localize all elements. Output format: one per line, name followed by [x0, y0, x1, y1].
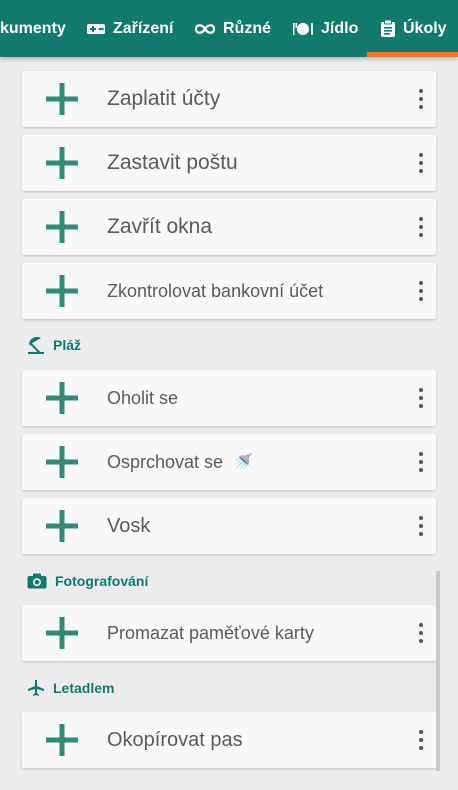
tab-documents[interactable]: kumenty: [0, 0, 66, 57]
section-header-beach: Pláž: [27, 333, 81, 357]
more-vert-icon[interactable]: [412, 275, 430, 307]
task-card[interactable]: Zkontrolovat bankovní účet: [22, 263, 436, 319]
task-label: Zkontrolovat bankovní účet: [107, 280, 324, 301]
scrollbar[interactable]: [436, 571, 440, 771]
task-card[interactable]: Zastavit poštu: [22, 135, 436, 191]
task-label: Zavřít okna: [107, 215, 213, 238]
airplane-icon: [28, 680, 44, 696]
add-icon[interactable]: [45, 82, 79, 116]
more-vert-icon[interactable]: [412, 382, 430, 414]
infinity-icon: [194, 23, 216, 34]
tab-label: Jídlo: [321, 19, 359, 37]
task-label: Vosk: [107, 514, 151, 537]
section-title: Pláž: [53, 337, 82, 353]
tab-food[interactable]: Jídlo: [292, 0, 358, 57]
plate-cutlery-icon: [293, 22, 313, 35]
task-label: Okopírovat pas: [107, 728, 243, 751]
more-vert-icon[interactable]: [412, 211, 430, 243]
more-vert-icon[interactable]: [412, 147, 430, 179]
shower-emoji: 🚿: [233, 454, 253, 471]
task-card[interactable]: Promazat paměťové karty: [22, 605, 436, 661]
task-label: Zastavit poštu: [107, 151, 238, 174]
add-icon[interactable]: [45, 274, 79, 308]
add-icon[interactable]: [45, 381, 79, 415]
more-vert-icon[interactable]: [412, 617, 430, 649]
more-vert-icon[interactable]: [412, 446, 430, 478]
task-card[interactable]: Oholit se: [22, 370, 436, 426]
gamepad-icon: [87, 23, 105, 34]
tab-tasks[interactable]: Úkoly: [380, 0, 447, 57]
clipboard-icon: [381, 19, 395, 37]
active-tab-indicator: [367, 52, 458, 57]
add-icon[interactable]: [45, 723, 79, 757]
task-label: Promazat paměťové karty: [107, 622, 314, 643]
task-label-text: Osprchovat se: [107, 451, 224, 472]
task-label: Zaplatit účty: [107, 87, 221, 110]
task-list: Zaplatit účty Zastavit poštu Zavřít okna…: [0, 57, 458, 790]
tab-devices[interactable]: Zařízení: [86, 0, 173, 57]
task-label: Oholit se: [107, 387, 179, 408]
add-icon[interactable]: [45, 616, 79, 650]
tab-label: Úkoly: [403, 19, 447, 37]
tab-label: kumenty: [0, 19, 66, 37]
task-card[interactable]: Vosk: [22, 498, 436, 554]
add-icon[interactable]: [45, 210, 79, 244]
tab-label: Různé: [223, 19, 271, 37]
section-title: Fotografování: [55, 573, 149, 589]
section-header-airplane: Letadlem: [27, 676, 114, 700]
task-label: Osprchovat se 🚿: [107, 434, 253, 490]
task-card[interactable]: Zaplatit účty: [22, 71, 436, 127]
camera-icon: [27, 573, 47, 589]
more-vert-icon[interactable]: [412, 510, 430, 542]
task-card[interactable]: Okopírovat pas: [22, 712, 436, 768]
tab-label: Zařízení: [113, 19, 174, 37]
add-icon[interactable]: [45, 509, 79, 543]
beach-umbrella-icon: [28, 336, 44, 354]
task-card[interactable]: Zavřít okna: [22, 199, 436, 255]
task-card[interactable]: Osprchovat se 🚿: [22, 434, 436, 490]
section-title: Letadlem: [53, 680, 115, 696]
tab-bar: kumenty Zařízení Různé Jídlo Úkoly: [0, 0, 458, 57]
more-vert-icon[interactable]: [412, 724, 430, 756]
more-vert-icon[interactable]: [412, 83, 430, 115]
add-icon[interactable]: [45, 445, 79, 479]
section-header-photography: Fotografování: [27, 569, 148, 593]
add-icon[interactable]: [45, 146, 79, 180]
tab-misc[interactable]: Různé: [194, 0, 271, 57]
